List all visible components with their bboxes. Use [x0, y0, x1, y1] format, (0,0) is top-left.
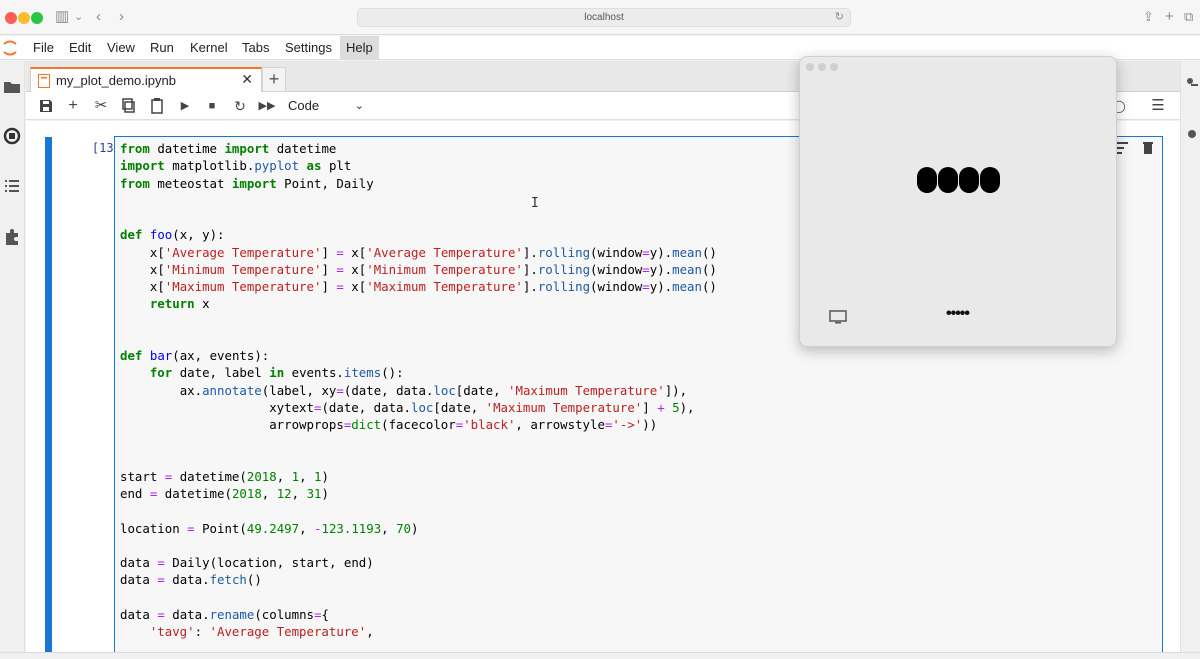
new-launcher-button[interactable]: + [262, 67, 286, 92]
code-line: data = data.fetch() [120, 572, 262, 588]
reload-icon[interactable]: ↻ [835, 9, 844, 26]
browser-toolbar: ▥ ⌄ ‹ › localhost ↻ ⇪ + ⧉ [0, 0, 1200, 35]
text-cursor-icon: I [531, 196, 539, 211]
cell-type-select[interactable]: Code ⌄ [288, 96, 364, 116]
code-line: arrowprops=dict(facecolor='black', arrow… [269, 417, 658, 432]
loading-pill [959, 167, 979, 193]
code-line: data = data.rename(columns={ [120, 606, 329, 622]
forward-icon[interactable]: › [119, 8, 124, 26]
menu-file[interactable]: File [27, 36, 60, 60]
sidebar-toggle-icon[interactable]: ▥ [55, 8, 69, 26]
cell-type-value: Code [288, 98, 320, 113]
menu-edit[interactable]: Edit [63, 36, 97, 60]
cell-toolbar [1110, 138, 1160, 158]
code-line: 'tavg': 'Average Temperature', [149, 624, 374, 639]
sidebar-chevron-icon[interactable]: ⌄ [74, 8, 83, 26]
debugger-icon[interactable] [1185, 127, 1199, 141]
minimize-window-button[interactable] [18, 12, 30, 24]
chevron-down-icon: ⌄ [354, 100, 364, 112]
delete-cell-icon[interactable] [1142, 140, 1154, 155]
save-icon[interactable] [36, 96, 56, 116]
code-line: x['Maximum Temperature'] = x['Maximum Te… [149, 279, 717, 294]
close-window-button[interactable] [5, 12, 17, 24]
property-inspector-icon[interactable] [1185, 76, 1199, 90]
extensions-icon[interactable] [2, 227, 22, 247]
tab-title: my_plot_demo.ipynb [56, 73, 176, 88]
run-icon[interactable]: ▶ [175, 96, 195, 116]
paste-icon[interactable] [147, 96, 167, 116]
restart-icon[interactable]: ↻ [230, 96, 250, 116]
share-icon[interactable]: ⇪ [1143, 8, 1154, 26]
stop-icon[interactable]: ■ [202, 96, 222, 116]
back-icon[interactable]: ‹ [96, 8, 101, 26]
floating-window[interactable]: ••••• [799, 56, 1117, 347]
overlay-minimize-button[interactable] [818, 63, 826, 71]
zoom-window-button[interactable] [31, 12, 43, 24]
overlay-dots: ••••• [946, 305, 970, 322]
new-tab-icon[interactable]: + [1165, 8, 1174, 26]
code-line: for date, label in events.items(): [149, 365, 404, 381]
code-line: x['Average Temperature'] = x['Average Te… [149, 244, 717, 260]
code-line: x['Minimum Temperature'] = x['Minimum Te… [149, 261, 717, 277]
menu-run[interactable]: Run [144, 36, 180, 60]
menu-settings[interactable]: Settings [279, 36, 338, 60]
menu-kernel[interactable]: Kernel [184, 36, 234, 60]
overlay-close-button[interactable] [806, 63, 814, 71]
code-content: from datetime import datetime import matp… [120, 140, 717, 640]
code-line: return x [149, 296, 210, 312]
fast-forward-icon[interactable]: ▶▶ [257, 96, 277, 116]
code-line: from datetime import datetime [120, 141, 337, 156]
code-line: def bar(ax, events): [120, 348, 270, 363]
code-line: end = datetime(2018, 12, 31) [120, 486, 329, 501]
code-line: ax.annotate(label, xy=(date, data.loc[da… [179, 382, 688, 398]
format-cell-icon[interactable] [1116, 140, 1130, 156]
code-line: xytext=(date, data.loc[date, 'Maximum Te… [269, 399, 695, 415]
menu-tabs[interactable]: Tabs [236, 36, 275, 60]
menu-help[interactable]: Help [340, 36, 379, 60]
left-sidebar [0, 61, 25, 659]
cell-collapser[interactable] [45, 137, 52, 659]
tabs-overview-icon[interactable]: ⧉ [1184, 8, 1193, 26]
overlay-zoom-button[interactable] [830, 63, 838, 71]
menu-view[interactable]: View [101, 36, 141, 60]
loading-pill [980, 167, 1000, 193]
code-line: location = Point(49.2497, -123.1193, 70) [120, 520, 419, 536]
jupyter-logo-icon [3, 40, 17, 56]
code-line: start = datetime(2018, 1, 1) [120, 468, 329, 484]
copy-icon[interactable] [119, 96, 139, 116]
code-line: from meteostat import Point, Daily [120, 175, 374, 191]
status-bar [0, 652, 1200, 659]
loading-pill [917, 167, 937, 193]
table-of-contents-icon[interactable] [2, 176, 22, 196]
code-line: def foo(x, y): [120, 227, 225, 243]
address-bar[interactable]: localhost ↻ [357, 8, 851, 27]
close-tab-icon[interactable]: ✕ [241, 71, 253, 88]
tab-notebook[interactable]: my_plot_demo.ipynb ✕ [30, 67, 262, 93]
cut-icon[interactable]: ✂ [91, 96, 111, 116]
notebook-icon [38, 74, 50, 88]
menu-icon[interactable]: ☰ [1148, 96, 1168, 116]
monitor-icon[interactable] [829, 310, 847, 324]
add-cell-icon[interactable]: + [63, 96, 83, 116]
loading-pill [938, 167, 958, 193]
running-kernels-icon[interactable] [2, 126, 22, 146]
folder-icon[interactable] [2, 77, 22, 97]
code-line: import matplotlib.pyplot as plt [120, 158, 352, 174]
right-sidebar [1180, 61, 1200, 659]
code-line: data = Daily(location, start, end) [120, 555, 374, 570]
loading-indicator [917, 167, 1001, 193]
address-text: localhost [584, 12, 624, 23]
